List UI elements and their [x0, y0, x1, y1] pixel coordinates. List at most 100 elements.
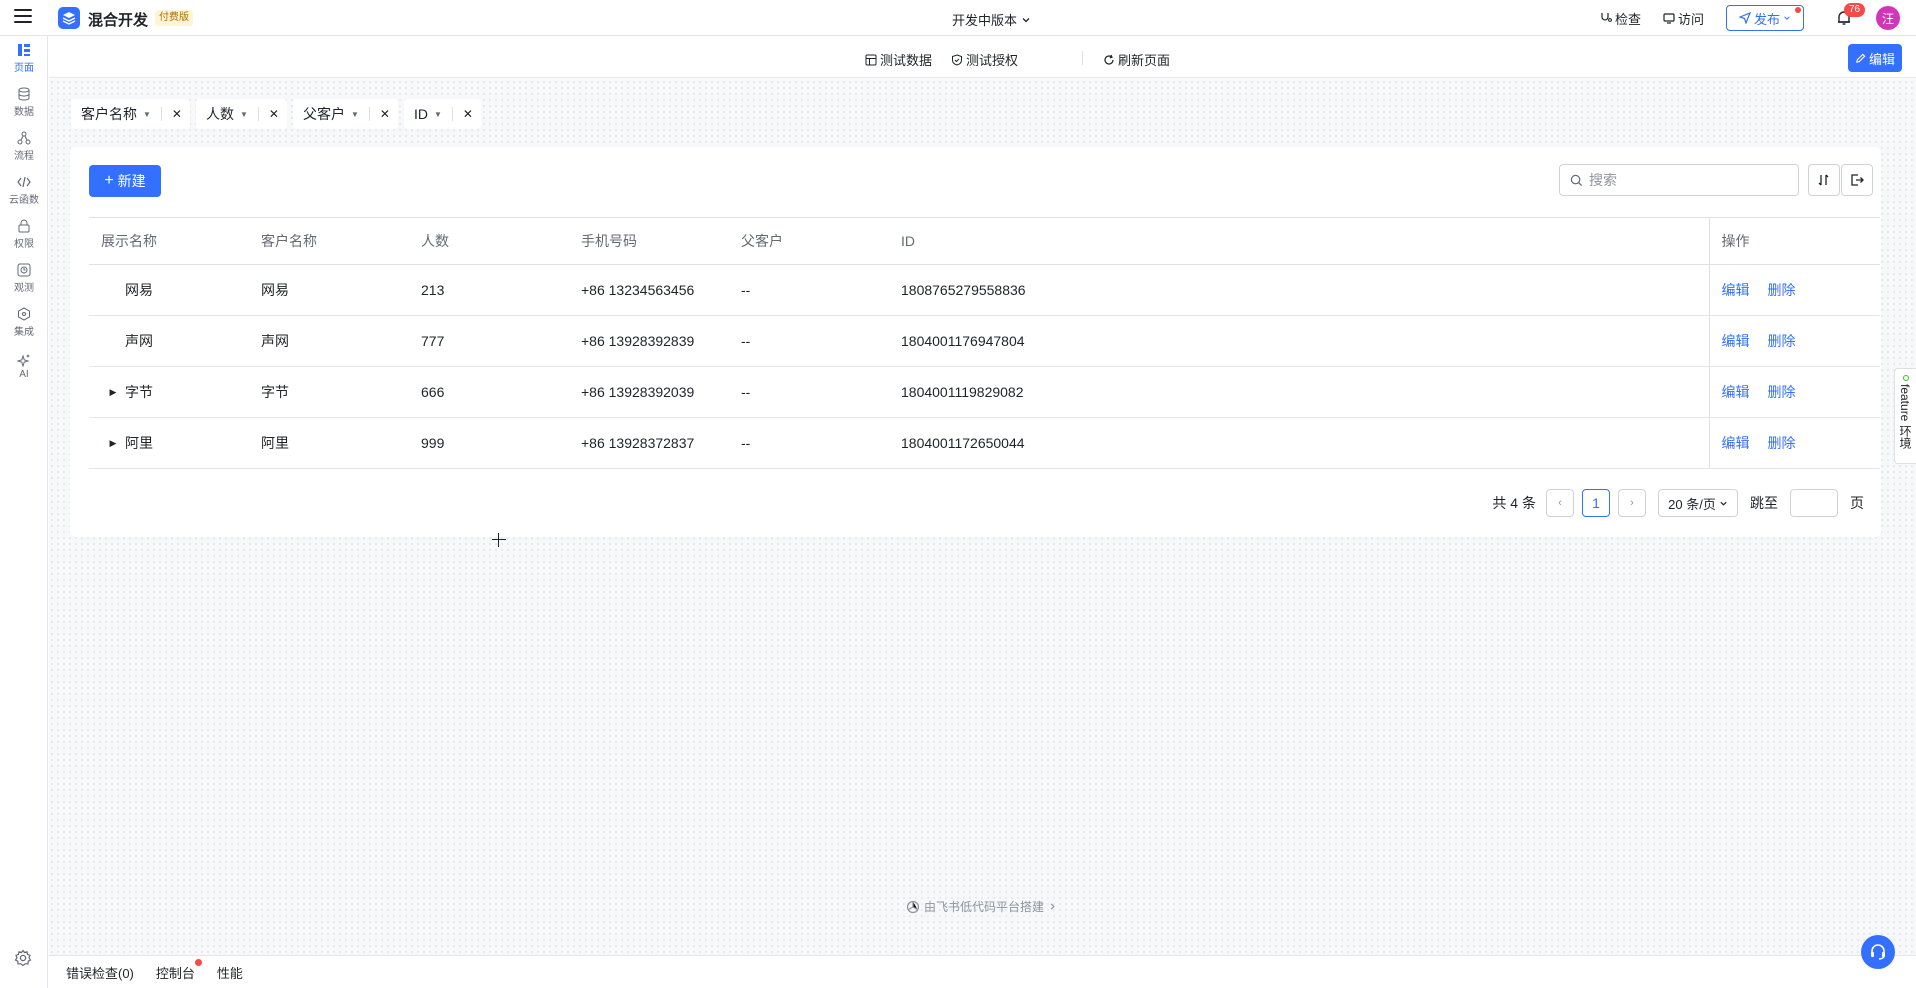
- delete-row-link[interactable]: 删除: [1768, 435, 1796, 451]
- feature-env-tab[interactable]: feature 环境: [1894, 368, 1916, 464]
- close-icon[interactable]: ✕: [269, 107, 279, 121]
- top-bar: 混合开发 付费版 开发中版本 检查 访问 发布 76 汪: [0, 0, 1916, 36]
- filter-chip-id[interactable]: ID ▼ ✕: [403, 99, 481, 129]
- caret-down-icon[interactable]: ▼: [240, 110, 248, 119]
- filter-bar: 客户名称 ▼ ✕ 人数 ▼ ✕ 父客户 ▼ ✕ ID ▼ ✕: [71, 99, 481, 129]
- page-suffix: 页: [1850, 495, 1864, 511]
- page-icon: [17, 43, 31, 57]
- rail-item-page[interactable]: 页面: [0, 36, 48, 80]
- version-select[interactable]: 开发中版本: [952, 10, 1031, 29]
- monitor-icon: [17, 263, 31, 277]
- tab-console[interactable]: 控制台: [156, 958, 202, 982]
- cell-parent: --: [729, 417, 889, 469]
- filter-label: 客户名称: [81, 106, 137, 122]
- cell-customer-name: 网易: [249, 264, 409, 316]
- caret-right-icon[interactable]: ▶: [107, 438, 119, 449]
- cell-display-name: 阿里: [125, 435, 153, 451]
- delete-row-link[interactable]: 删除: [1768, 384, 1796, 400]
- delete-row-link[interactable]: 删除: [1768, 333, 1796, 349]
- app-name: 混合开发: [88, 12, 149, 29]
- test-data-label: 测试数据: [880, 53, 933, 68]
- jump-page-input[interactable]: [1790, 489, 1838, 517]
- edit-row-link[interactable]: 编辑: [1722, 435, 1750, 451]
- refresh-button[interactable]: 刷新页面: [1103, 50, 1170, 69]
- page-size-select[interactable]: 20 条/页: [1658, 489, 1738, 517]
- delete-row-link[interactable]: 删除: [1768, 282, 1796, 298]
- prev-page-button[interactable]: ‹: [1546, 489, 1574, 517]
- sort-button[interactable]: [1808, 164, 1840, 196]
- tab-performance[interactable]: 性能: [217, 963, 243, 982]
- cell-customer-name: 声网: [249, 315, 409, 367]
- next-page-button[interactable]: ›: [1618, 489, 1646, 517]
- rail-item-integration[interactable]: 集成: [0, 300, 48, 344]
- test-data-button[interactable]: 测试数据: [865, 50, 932, 69]
- filter-chip-customer-name[interactable]: 客户名称 ▼ ✕: [71, 99, 190, 129]
- cell-phone: +86 13928372837: [569, 417, 729, 469]
- rail-item-ai[interactable]: AI: [0, 344, 48, 388]
- table-row[interactable]: ▶ 阿里 阿里 999 +86 13928372837 -- 1804001172…: [89, 417, 1880, 469]
- caret-right-icon[interactable]: ▶: [107, 387, 119, 398]
- cell-customer-name: 字节: [249, 366, 409, 418]
- table-row[interactable]: ▶ 字节 字节 666 +86 13928392039 -- 1804001119…: [89, 366, 1880, 418]
- pencil-icon: [1856, 53, 1866, 63]
- caret-down-icon[interactable]: ▼: [434, 110, 442, 119]
- cell-display-name: 声网: [125, 333, 153, 349]
- search-input[interactable]: [1589, 172, 1789, 188]
- rail-item-flow[interactable]: 流程: [0, 124, 48, 168]
- powered-by-link[interactable]: 由飞书低代码平台搭建: [906, 898, 1057, 915]
- plus-icon: +: [104, 172, 114, 189]
- table-row[interactable]: 声网 声网 777 +86 13928392839 -- 18040011769…: [89, 315, 1880, 367]
- headset-icon: [1871, 944, 1885, 960]
- sort-icon: [1818, 174, 1829, 186]
- caret-down-icon[interactable]: ▼: [143, 110, 151, 119]
- cell-id: 1808765279558836: [889, 264, 1709, 316]
- filter-label: 父客户: [302, 106, 345, 122]
- app-logo-icon: [58, 7, 80, 29]
- notification-button[interactable]: 76: [1834, 3, 1866, 29]
- filter-chip-parent-customer[interactable]: 父客户 ▼ ✕: [292, 99, 398, 129]
- close-icon[interactable]: ✕: [463, 107, 473, 121]
- edit-row-link[interactable]: 编辑: [1722, 384, 1750, 400]
- rail-item-data[interactable]: 数据: [0, 80, 48, 124]
- caret-down-icon[interactable]: ▼: [351, 110, 359, 119]
- toolbar-divider: [1082, 51, 1083, 65]
- publish-button[interactable]: 发布: [1726, 5, 1804, 31]
- rail-item-label: 云函数: [9, 194, 39, 206]
- cell-parent: --: [729, 315, 889, 367]
- refresh-label: 刷新页面: [1118, 53, 1171, 68]
- avatar[interactable]: 汪: [1876, 6, 1900, 30]
- close-icon[interactable]: ✕: [172, 107, 182, 121]
- filter-label: 人数: [205, 106, 234, 122]
- inspect-button[interactable]: 检查: [1600, 9, 1641, 28]
- search-box[interactable]: [1559, 164, 1799, 196]
- tab-error-check[interactable]: 错误检查(0): [66, 963, 134, 982]
- cell-display-name: 网易: [125, 282, 153, 298]
- gear-icon[interactable]: [14, 949, 32, 967]
- edit-row-link[interactable]: 编辑: [1722, 333, 1750, 349]
- rail-item-label: 数据: [14, 106, 34, 118]
- rail-item-observe[interactable]: 观测: [0, 256, 48, 300]
- new-label: 新建: [117, 173, 146, 189]
- rail-item-cloud-function[interactable]: 云函数: [0, 168, 48, 212]
- test-auth-button[interactable]: 测试授权: [951, 50, 1018, 69]
- page-button-current[interactable]: 1: [1582, 489, 1610, 517]
- mouse-cursor: [492, 533, 506, 547]
- export-button[interactable]: [1841, 164, 1873, 196]
- table-row[interactable]: 网易 网易 213 +86 13234563456 -- 18087652795…: [89, 264, 1880, 316]
- help-button[interactable]: [1861, 935, 1895, 969]
- close-icon[interactable]: ✕: [380, 107, 390, 121]
- edit-row-link[interactable]: 编辑: [1722, 282, 1750, 298]
- rail-item-permission[interactable]: 权限: [0, 212, 48, 256]
- visit-button[interactable]: 访问: [1663, 9, 1704, 28]
- cell-display-name: 字节: [125, 384, 153, 400]
- filter-chip-count[interactable]: 人数 ▼ ✕: [195, 99, 287, 129]
- divider: [160, 107, 162, 121]
- edit-app-button[interactable]: 编辑: [1848, 44, 1902, 72]
- new-record-button[interactable]: + 新建: [89, 165, 161, 197]
- rail-item-label: 流程: [14, 150, 34, 162]
- table-header-row: 展示名称 客户名称 人数 手机号码 父客户 ID 操作: [89, 217, 1880, 265]
- edit-label: 编辑: [1868, 51, 1895, 67]
- menu-icon[interactable]: [14, 9, 32, 25]
- rail-item-label: 集成: [14, 326, 34, 338]
- left-rail: 页面 数据 流程 云函数 权限 观测 集成 AI: [0, 36, 48, 988]
